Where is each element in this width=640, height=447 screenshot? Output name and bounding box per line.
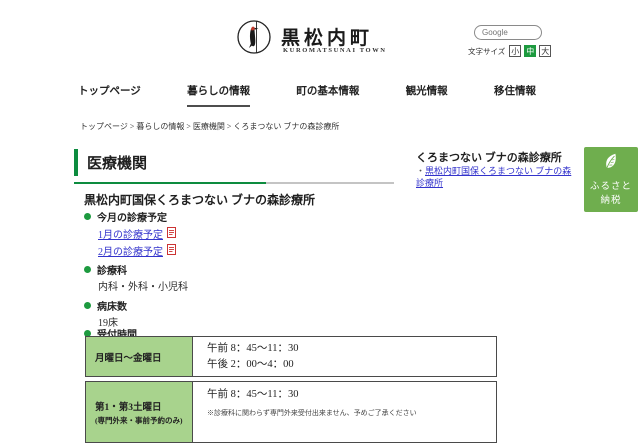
departments-list-item: 診療科 [84, 262, 127, 277]
beds-list-item: 病床数 [84, 298, 127, 313]
reception-hours-table: 月曜日〜金曜日 午前 8：45〜11：30 午後 2：00〜4：00 第1・第3… [85, 336, 497, 447]
furusato-tax-button[interactable]: ふるさと 納税 [584, 147, 638, 212]
link-bullet: ・ [416, 166, 425, 176]
table-note: ※診療科に関わらず専門外来受付出来ません、予めご了承ください [207, 408, 482, 418]
sidebar-heading: くろまつない ブナの森診療所 [416, 149, 562, 165]
nav-item-town-basics[interactable]: 町の基本情報 [296, 83, 359, 107]
leaf-icon [599, 151, 622, 179]
nav-item-living-info[interactable]: 暮らしの情報 [187, 83, 250, 107]
sidebar-link-line: ・黒松内町国保くろまつない ブナの森診療所 [416, 166, 576, 189]
town-logo[interactable] [236, 19, 272, 55]
bullet-icon [84, 266, 91, 273]
bullet-icon [84, 302, 91, 309]
font-size-label: 文字サイズ [468, 46, 505, 57]
schedule-list-item: 今月の診療予定 [84, 209, 167, 224]
february-schedule-pdf-link[interactable]: 2月の診療予定 [98, 243, 176, 258]
departments-value: 内科・外科・小児科 [98, 278, 188, 293]
january-schedule-pdf-link[interactable]: 1月の診療予定 [98, 226, 176, 241]
clinic-section-heading: 黒松内町国保くろまつない ブナの森診療所 [84, 191, 315, 208]
page-title: 医療機関 [87, 156, 147, 172]
table-times-cell: 午前 8：45〜11：30 ※診療科に関わらず専門外来受付出来ません、予めご了承… [193, 382, 496, 442]
table-day-cell: 月曜日〜金曜日 [86, 337, 193, 376]
search-input[interactable] [482, 28, 534, 37]
font-size-medium-button[interactable]: 中 [524, 45, 536, 57]
table-row: 第1・第3土曜日 (専門外来・事前予約のみ) 午前 8：45〜11：30 ※診療… [85, 381, 497, 443]
pdf-icon [167, 244, 176, 258]
site-title: 黒松内町 [281, 23, 373, 50]
bullet-icon [84, 213, 91, 220]
nav-item-relocation[interactable]: 移住情報 [494, 83, 536, 107]
page-title-block: 医療機関 [74, 149, 147, 176]
nav-item-top[interactable]: トップページ [78, 83, 141, 107]
pdf-icon [167, 227, 176, 241]
nav-item-tourism[interactable]: 観光情報 [406, 83, 448, 107]
table-times-cell: 午前 8：45〜11：30 午後 2：00〜4：00 [193, 337, 496, 376]
font-size-small-button[interactable]: 小 [509, 45, 521, 57]
woodpecker-logo-icon [236, 42, 272, 59]
table-row: 月曜日〜金曜日 午前 8：45〜11：30 午後 2：00〜4：00 [85, 336, 497, 377]
table-day-cell: 第1・第3土曜日 (専門外来・事前予約のみ) [86, 382, 193, 442]
site-subtitle: KUROMATSUNAI TOWN [283, 47, 387, 54]
main-nav: トップページ 暮らしの情報 町の基本情報 観光情報 移住情報 [78, 83, 536, 107]
font-size-large-button[interactable]: 大 [539, 45, 551, 57]
google-search-box[interactable] [474, 25, 542, 40]
font-size-control: 文字サイズ 小 中 大 [468, 45, 551, 57]
breadcrumb[interactable]: トップページ > 暮らしの情報 > 医療機関 > くろまつない ブナの森診療所 [80, 121, 339, 132]
sidebar-clinic-link[interactable]: 黒松内町国保くろまつない ブナの森診療所 [416, 166, 571, 188]
title-rule [74, 182, 394, 184]
